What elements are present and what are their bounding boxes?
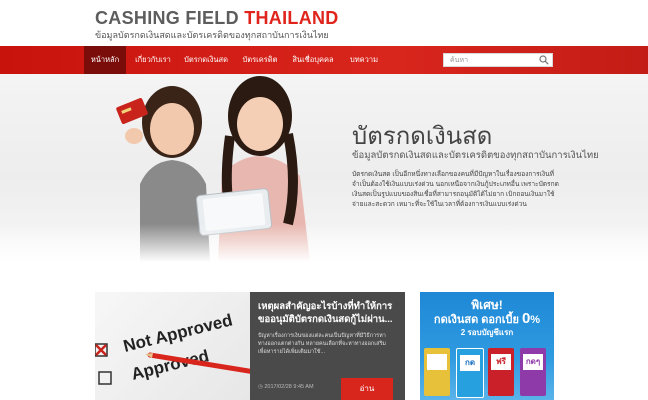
promo-banner[interactable]: พิเศษ! กดเงินสด ดอกเบี้ย 0% 2 รอบบัญชีแร… — [420, 292, 554, 400]
promo-offer-text: กดเงินสด ดอกเบี้ย — [433, 314, 522, 326]
search-box[interactable]: ค้นหา — [443, 53, 553, 67]
hero-subtitle: ข้อมูลบัตรกดเงินสดและบัตรเครดิตของทุกสถา… — [352, 150, 599, 161]
logo-text-accent: THAILAND — [244, 8, 339, 28]
atm-screen: กดๆ — [523, 354, 543, 370]
nav-item-about[interactable]: เกี่ยวกับเรา — [128, 46, 178, 74]
atm-screen: ฟรี — [491, 354, 511, 370]
atm-screen — [427, 354, 447, 370]
hero-floor-fade — [0, 224, 648, 262]
nav-item-home[interactable]: หน้าหลัก — [84, 46, 126, 74]
nav-item-credit-card[interactable]: บัตรเครดิต — [236, 46, 284, 74]
article-date-text: 2017/02/28 9:45 AM — [264, 384, 314, 390]
not-approved-text: Not Approved — [121, 310, 234, 355]
atm-machine-icon: ฟรี — [488, 348, 514, 396]
atm-machine-icon: กดๆ — [520, 348, 546, 396]
search-input[interactable]: ค้นหา — [450, 55, 468, 66]
nav-item-articles[interactable]: บทความ — [342, 46, 386, 74]
nav-item-personal-loan[interactable]: สินเชื่อบุคคล — [288, 46, 338, 74]
read-more-button[interactable]: อ่าน — [341, 378, 393, 400]
article-date: ◷ 2017/02/28 9:45 AM — [258, 384, 314, 390]
promo-rate-unit: % — [530, 314, 541, 326]
atm-machine-icon: กด — [456, 348, 484, 398]
logo-text-primary: CASHING FIELD — [95, 8, 245, 28]
nav-item-cash-card[interactable]: บัตรกดเงินสด — [180, 46, 232, 74]
atm-screen: กด — [460, 355, 480, 371]
search-icon[interactable] — [539, 55, 549, 65]
atm-machine-icon — [424, 348, 450, 396]
site-tagline: ข้อมูลบัตรกดเงินสดและบัตรเครดิตของทุกสถา… — [95, 30, 329, 40]
article-title[interactable]: เหตุผลสำคัญอะไรบ้างที่ทำให้การขออนุมัติบ… — [258, 300, 398, 326]
site-logo[interactable]: CASHING FIELD THAILAND — [95, 8, 339, 29]
hero-banner: บัตรกดเงินสด ข้อมูลบัตรกดเงินสดและบัตรเค… — [0, 74, 648, 262]
hero-description: บัตรกดเงินสด เป็นอีกหนึ่งทางเลือกของคนที… — [352, 171, 559, 208]
article-excerpt: ปัญหาเรื่องการเงินของแต่ละคนเป็นปัญหาที่… — [258, 333, 387, 355]
site-header: CASHING FIELD THAILAND ข้อมูลบัตรกดเงินส… — [0, 0, 648, 46]
promo-condition: 2 รอบบัญชีแรก — [460, 328, 514, 337]
